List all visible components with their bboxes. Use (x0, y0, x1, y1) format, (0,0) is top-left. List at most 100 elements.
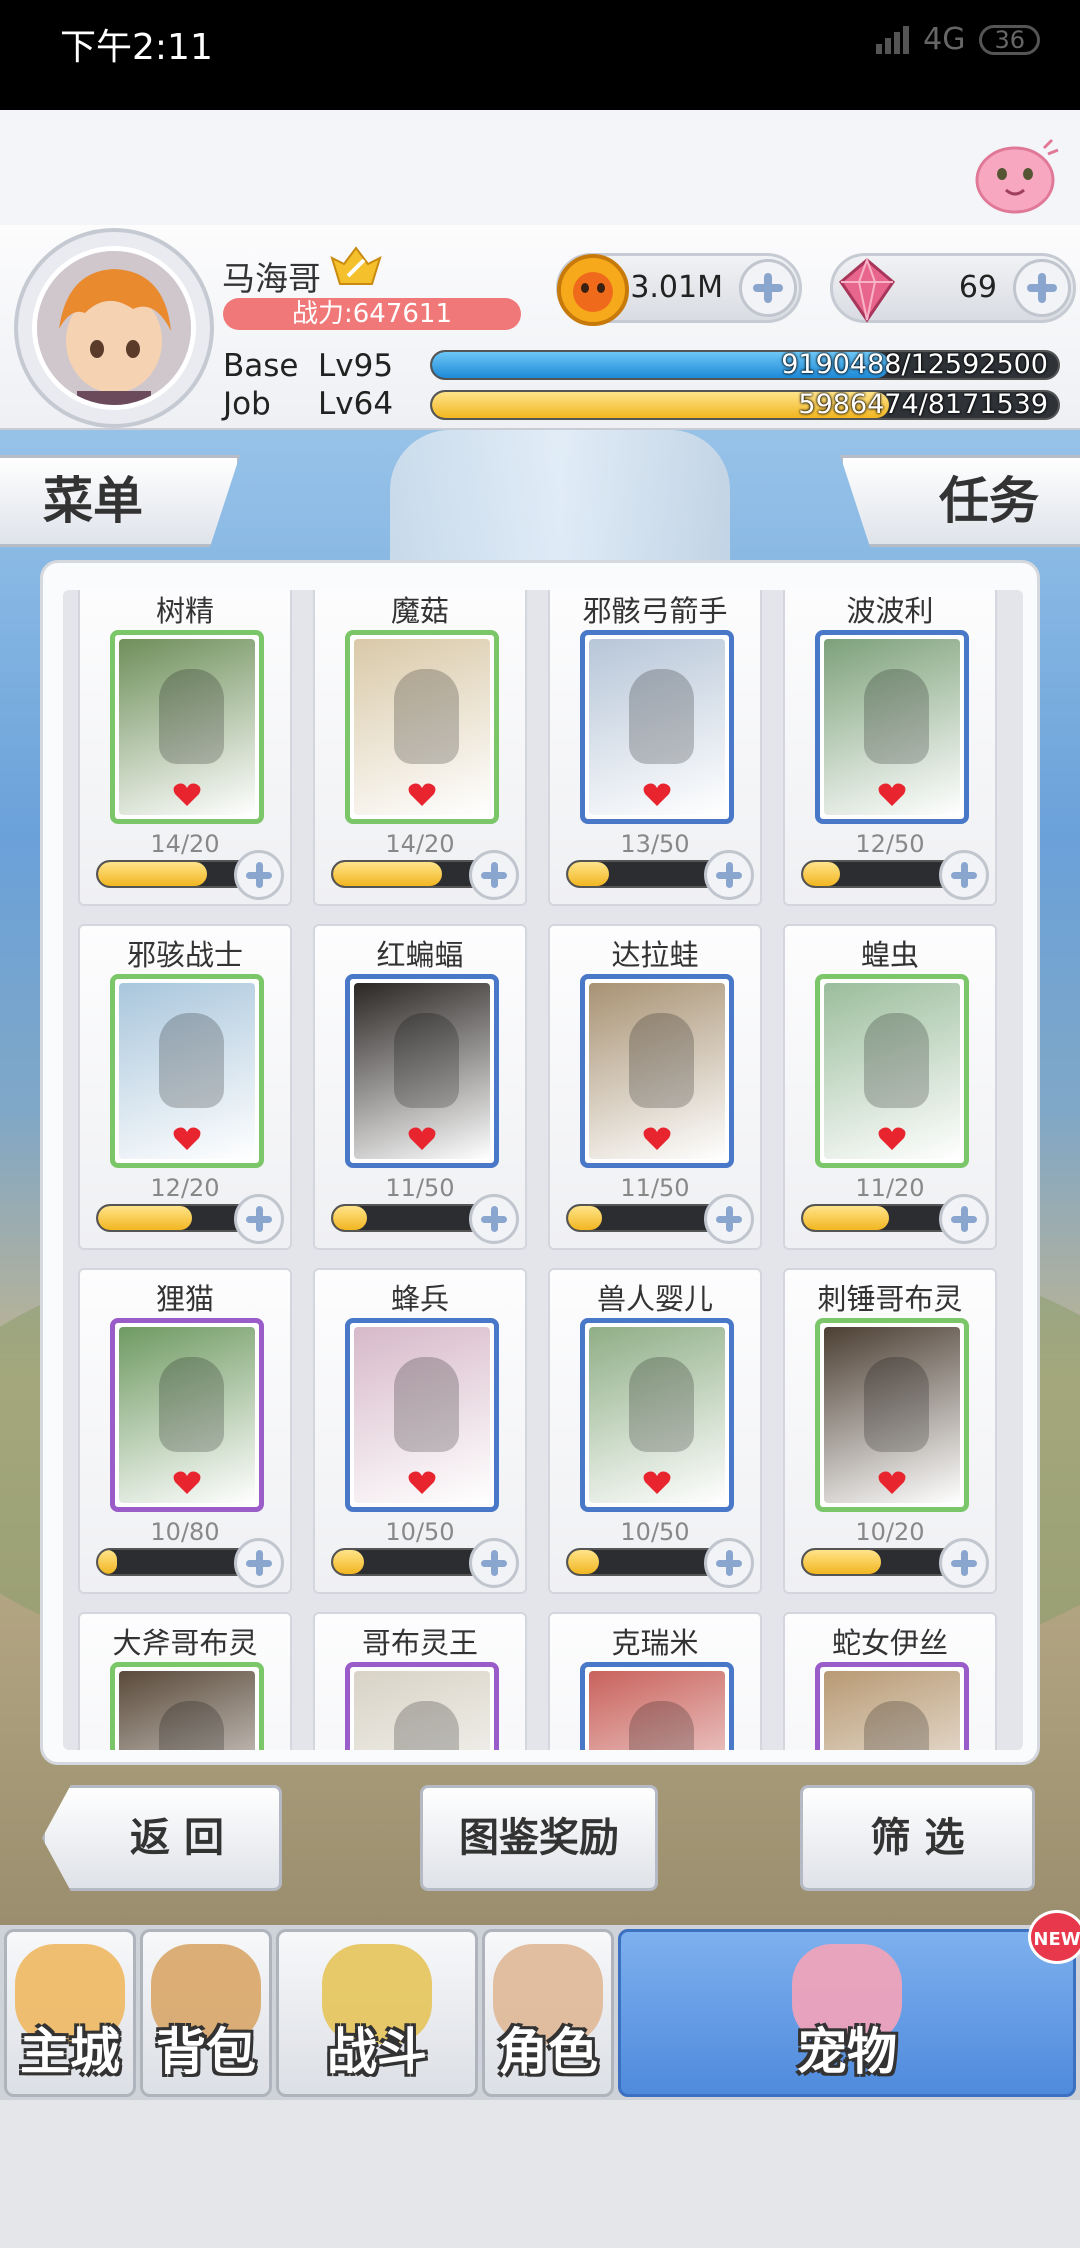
card-progress-fill (568, 862, 609, 886)
card-frame (815, 1662, 969, 1750)
card-frame (815, 630, 969, 824)
card-item[interactable]: 大斧哥布灵 (78, 1612, 292, 1750)
card-frame (110, 1318, 264, 1512)
card-figure (864, 669, 929, 764)
nav-item-3[interactable]: 战斗 (276, 1929, 478, 2097)
card-add-button[interactable] (469, 1538, 519, 1588)
card-grid[interactable]: 树精 14/20 魔菇 14/20 邪骸弓箭手 13/50 波波利 12/50 邪骇战士 12/2… (63, 590, 1023, 1750)
card-frame (110, 974, 264, 1168)
card-add-button[interactable] (939, 1538, 989, 1588)
footer-area (0, 2100, 1080, 2248)
card-progress-bar (96, 860, 256, 888)
card-item[interactable]: 哥布灵王 (313, 1612, 527, 1750)
card-item[interactable]: 蝗虫 11/20 (783, 924, 997, 1250)
avatar[interactable] (32, 246, 196, 410)
card-item[interactable]: 波波利 12/50 (783, 590, 997, 906)
base-level: Lv95 (318, 348, 394, 384)
bottom-nav: 主城 背包 战斗 角色 宠物 (0, 1925, 1080, 2100)
base-exp-text: 9190488/12592500 (781, 350, 1048, 380)
card-figure (394, 669, 459, 764)
status-indicators: 4G 36 (876, 22, 1040, 57)
card-figure (159, 669, 224, 764)
heart-icon (878, 783, 906, 806)
nav-item-2[interactable]: 背包 (140, 1929, 272, 2097)
card-item[interactable]: 刺锤哥布灵 10/20 (783, 1268, 997, 1594)
back-button[interactable]: 返 回 (42, 1785, 282, 1891)
nav-item-5[interactable]: 宠物 (618, 1929, 1076, 2097)
card-add-button[interactable] (234, 1194, 284, 1244)
card-figure (629, 1013, 694, 1108)
card-frame (345, 974, 499, 1168)
card-name: 兽人婴儿 (596, 1282, 713, 1316)
card-figure (394, 1013, 459, 1108)
add-gold-button[interactable] (739, 259, 797, 317)
card-frame (815, 974, 969, 1168)
card-item[interactable]: 狸猫 10/80 (78, 1268, 292, 1594)
job-exp-text: 5986474/8171539 (798, 390, 1048, 420)
header-top-strip (0, 110, 1080, 230)
card-add-button[interactable] (234, 850, 284, 900)
card-progress-fill (333, 1206, 368, 1230)
card-item[interactable]: 红蝙蝠 11/50 (313, 924, 527, 1250)
base-exp-bar: 9190488/12592500 (430, 350, 1060, 380)
task-tab[interactable]: 任务 (840, 455, 1080, 547)
card-item[interactable]: 树精 14/20 (78, 590, 292, 906)
card-add-button[interactable] (469, 850, 519, 900)
poring-pet-icon[interactable] (970, 130, 1060, 215)
card-progress-fill (803, 1550, 881, 1574)
card-progress-fill (803, 1206, 889, 1230)
card-item[interactable]: 蜂兵 10/50 (313, 1268, 527, 1594)
filter-button[interactable]: 筛 选 (800, 1785, 1035, 1891)
card-frame (815, 1318, 969, 1512)
card-frame (345, 1662, 499, 1750)
card-name: 魔菇 (390, 594, 449, 628)
card-progress-fill (98, 1206, 192, 1230)
nav-item-1[interactable]: 主城 (4, 1929, 136, 2097)
nav-label: 战斗 (327, 2023, 427, 2081)
card-item[interactable]: 兽人婴儿 10/50 (548, 1268, 762, 1594)
heart-icon (173, 783, 201, 806)
card-item[interactable]: 克瑞米 (548, 1612, 762, 1750)
nav-label: 宠物 (797, 2023, 897, 2081)
card-add-button[interactable] (704, 1538, 754, 1588)
nav-item-4[interactable]: 角色 (482, 1929, 614, 2097)
card-item[interactable]: 魔菇 14/20 (313, 590, 527, 906)
card-item[interactable]: 邪骸弓箭手 13/50 (548, 590, 762, 906)
gold-amount: 3.01M (630, 270, 723, 305)
card-add-button[interactable] (234, 1538, 284, 1588)
heart-icon (878, 1471, 906, 1494)
card-figure (864, 1701, 929, 1750)
card-progress-bar (801, 860, 961, 888)
card-add-button[interactable] (469, 1194, 519, 1244)
add-gems-button[interactable] (1013, 259, 1071, 317)
card-name: 刺锤哥布灵 (817, 1282, 963, 1316)
card-name: 邪骇战士 (126, 938, 243, 972)
card-progress-bar (96, 1548, 256, 1576)
card-progress-bar (566, 1548, 726, 1576)
card-item[interactable]: 邪骇战士 12/20 (78, 924, 292, 1250)
card-add-button[interactable] (704, 1194, 754, 1244)
card-name: 大斧哥布灵 (112, 1626, 258, 1660)
base-label: Base (223, 348, 299, 384)
rank-badge-icon (330, 246, 382, 285)
card-add-button[interactable] (939, 1194, 989, 1244)
menu-tab[interactable]: 菜单 (0, 455, 240, 547)
card-name: 克瑞米 (611, 1626, 699, 1660)
card-figure (159, 1357, 224, 1452)
card-item[interactable]: 达拉蛙 11/50 (548, 924, 762, 1250)
card-art (119, 1671, 255, 1750)
card-figure (159, 1013, 224, 1108)
card-name: 狸猫 (155, 1282, 214, 1316)
card-art (354, 1671, 490, 1750)
heart-icon (408, 1127, 436, 1150)
gem-icon (838, 257, 896, 323)
heart-icon (643, 1471, 671, 1494)
card-add-button[interactable] (704, 850, 754, 900)
avatar-portrait (37, 251, 191, 405)
card-item[interactable]: 蛇女伊丝 (783, 1612, 997, 1750)
job-level: Lv64 (318, 386, 394, 422)
collection-reward-button[interactable]: 图鉴奖励 (420, 1785, 658, 1891)
card-art (589, 1671, 725, 1750)
card-frame (580, 1318, 734, 1512)
card-add-button[interactable] (939, 850, 989, 900)
